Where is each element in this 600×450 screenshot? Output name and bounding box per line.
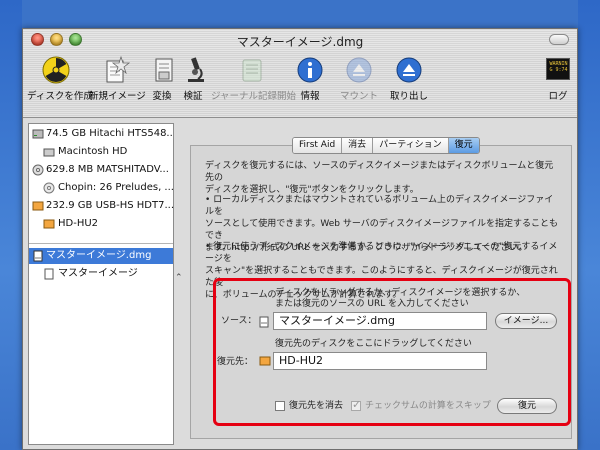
eject-icon	[394, 55, 424, 85]
new-image-icon	[101, 55, 131, 85]
sidebar-divider	[29, 243, 173, 244]
disk-list-sidebar[interactable]: 74.5 GB Hitachi HTS548... Macintosh HD 6…	[28, 123, 174, 445]
sidebar-item-usb-disk[interactable]: 232.9 GB USB-HS HDT7...	[29, 198, 173, 214]
external-volume-icon	[43, 218, 55, 230]
enable-journaling-button[interactable]: ジャーナル記録開始	[211, 55, 297, 102]
external-disk-icon	[32, 200, 44, 212]
verify-microscope-icon	[180, 55, 210, 85]
sidebar-item-label: 629.8 MB MATSHITADV...	[46, 164, 169, 175]
sidebar-item-label: 232.9 GB USB-HS HDT7...	[46, 200, 174, 211]
window-title: マスターイメージ.dmg	[236, 35, 364, 49]
hard-disk-icon	[32, 128, 44, 140]
volume-icon	[43, 146, 55, 158]
disk-utility-window: マスターイメージ.dmg ディスクを作成 新規イメージ 変換 検証 ジャーナル記…	[22, 28, 578, 450]
sidebar-splitter[interactable]: ⌃	[175, 123, 183, 445]
description-line: ディスクを復元するには、ソースのディスクイメージまたはディスクボリュームと復元先…	[205, 161, 554, 183]
tab-partition[interactable]: パーティション	[373, 138, 449, 153]
convert-label: 変換	[152, 91, 172, 102]
log-label: ログ	[548, 91, 568, 102]
sidebar-item-label: Chopin: 26 Preludes, ...	[58, 182, 174, 193]
tab-bar: First Aid 消去 パーティション 復元	[292, 137, 480, 154]
log-icon: WARNIN G 9:74	[543, 55, 573, 85]
new-image-button[interactable]: 新規イメージ	[89, 55, 146, 102]
info-icon	[295, 55, 325, 85]
splitter-grip-icon: ⌃	[175, 273, 183, 283]
restore-description: ディスクを復元するには、ソースのディスクイメージまたはディスクボリュームと復元先…	[205, 160, 561, 196]
burn-label: ディスクを作成	[27, 91, 93, 102]
convert-button[interactable]: 変換	[149, 55, 175, 102]
journaling-icon	[237, 55, 267, 85]
desktop-background-right	[578, 0, 600, 450]
sidebar-item-master-image-dmg[interactable]: マスターイメージ.dmg	[29, 248, 173, 264]
description-line: ソースとして使用できます。Web サーバのディスクイメージファイルを指定すること…	[205, 219, 558, 241]
journaling-label: ジャーナル記録開始	[211, 91, 297, 102]
sidebar-item-label: Macintosh HD	[58, 146, 128, 157]
toolbar-toggle-button[interactable]	[549, 34, 569, 45]
restore-content: ディスクを復元するには、ソースのディスクイメージまたはディスクボリュームと復元先…	[190, 145, 572, 439]
highlight-annotation	[213, 278, 571, 426]
sidebar-item-macintosh-hd[interactable]: Macintosh HD	[29, 144, 173, 160]
sidebar-item-hitachi-disk[interactable]: 74.5 GB Hitachi HTS548...	[29, 126, 173, 142]
tab-first-aid[interactable]: First Aid	[293, 138, 343, 153]
sidebar-item-matshita-drive[interactable]: 629.8 MB MATSHITADV...	[29, 162, 173, 178]
mount-label: マウント	[339, 91, 378, 102]
info-label: 情報	[300, 91, 320, 102]
cd-icon	[43, 182, 55, 194]
burn-button[interactable]: ディスクを作成	[27, 55, 93, 102]
sidebar-item-chopin-cd[interactable]: Chopin: 26 Preludes, ...	[29, 180, 173, 196]
toolbar: ディスクを作成 新規イメージ 変換 検証 ジャーナル記録開始 情報 マウント 取…	[23, 51, 577, 118]
tab-restore[interactable]: 復元	[448, 138, 479, 153]
convert-icon	[149, 55, 179, 85]
log-button[interactable]: WARNIN G 9:74 ログ	[543, 55, 573, 102]
eject-button[interactable]: 取り出し	[389, 55, 429, 102]
mount-button[interactable]: マウント	[339, 55, 379, 102]
new-image-label: 新規イメージ	[89, 91, 146, 102]
tab-erase[interactable]: 消去	[342, 138, 374, 153]
sidebar-item-label: マスターイメージ.dmg	[46, 250, 152, 261]
mount-icon	[344, 55, 374, 85]
optical-drive-icon	[32, 164, 44, 176]
description-line: • 復元に使うディスクイメージを準備するときに、"イメージ"メニューの"復元する…	[205, 242, 558, 264]
sidebar-item-label: マスターイメージ	[58, 268, 138, 279]
description-line: • ローカルディスクまたはマウントされているボリューム上のディスクイメージファイ…	[205, 195, 554, 217]
log-icon-text: WARNIN G 9:74	[549, 61, 568, 73]
sidebar-item-label: HD-HU2	[58, 218, 99, 229]
sidebar-item-hd-hu2[interactable]: HD-HU2	[29, 216, 173, 232]
restore-panel: First Aid 消去 パーティション 復元 ディスクを復元するには、ソースの…	[186, 123, 574, 445]
desktop-background-left	[0, 0, 22, 450]
verify-label: 検証	[183, 91, 203, 102]
eject-label: 取り出し	[389, 91, 428, 102]
image-volume-icon	[43, 268, 55, 280]
title-bar[interactable]: マスターイメージ.dmg	[23, 29, 577, 52]
info-button[interactable]: 情報	[295, 55, 325, 102]
verify-button[interactable]: 検証	[180, 55, 206, 102]
disk-image-icon	[32, 250, 44, 262]
sidebar-item-master-image-volume[interactable]: マスターイメージ	[29, 266, 173, 282]
burn-disc-icon	[41, 55, 71, 85]
sidebar-item-label: 74.5 GB Hitachi HTS548...	[46, 128, 174, 139]
